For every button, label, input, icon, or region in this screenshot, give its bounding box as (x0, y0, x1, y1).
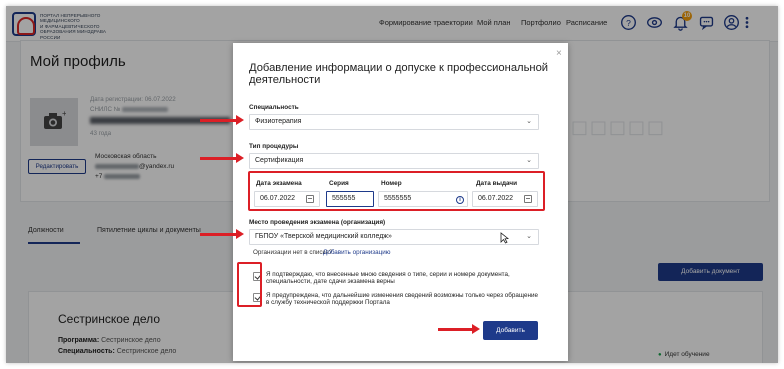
specialty-label: Специальность (249, 104, 299, 111)
org-missing-question: Организации нет в списке? (253, 249, 333, 256)
chevron-down-icon: ⌄ (526, 118, 532, 125)
add-organization-link[interactable]: Добавить организацию (323, 249, 390, 256)
specialty-value: Физиотерапия (255, 118, 302, 125)
mouse-cursor-icon (500, 232, 509, 244)
annotation-highlight-box (248, 171, 545, 211)
exam-place-select[interactable]: ГБПОУ «Тверской медицинский колледж» ⌄ (249, 229, 539, 245)
chevron-down-icon: ⌄ (526, 233, 532, 240)
annotation-highlight-box (237, 262, 262, 307)
modal-title: Добавление информации о допуске к профес… (249, 62, 549, 86)
specialty-select[interactable]: Физиотерапия ⌄ (249, 114, 539, 130)
chevron-down-icon: ⌄ (526, 157, 532, 164)
exam-place-label: Место проведения экзамена (организация) (249, 219, 386, 226)
procedure-value: Сертификация (255, 157, 304, 164)
annotation-arrow (200, 115, 244, 125)
acknowledge-text: Я предупреждена, что дальнейшие изменени… (266, 292, 539, 307)
annotation-arrow (200, 229, 244, 239)
procedure-label: Тип процедуры (249, 143, 299, 150)
annotation-arrow (438, 324, 480, 334)
submit-button[interactable]: Добавить (483, 321, 538, 340)
exam-place-value: ГБПОУ «Тверской медицинский колледж» (255, 233, 392, 240)
annotation-arrow (200, 153, 244, 163)
close-icon[interactable]: × (556, 48, 562, 59)
browser-frame: ПОРТАЛ НЕПРЕРЫВНОГО МЕДИЦИНСКОГО И ФАРМА… (6, 6, 778, 363)
procedure-select[interactable]: Сертификация ⌄ (249, 153, 539, 169)
confirm-data-text: Я подтверждаю, что внесенные мною сведен… (266, 271, 510, 286)
